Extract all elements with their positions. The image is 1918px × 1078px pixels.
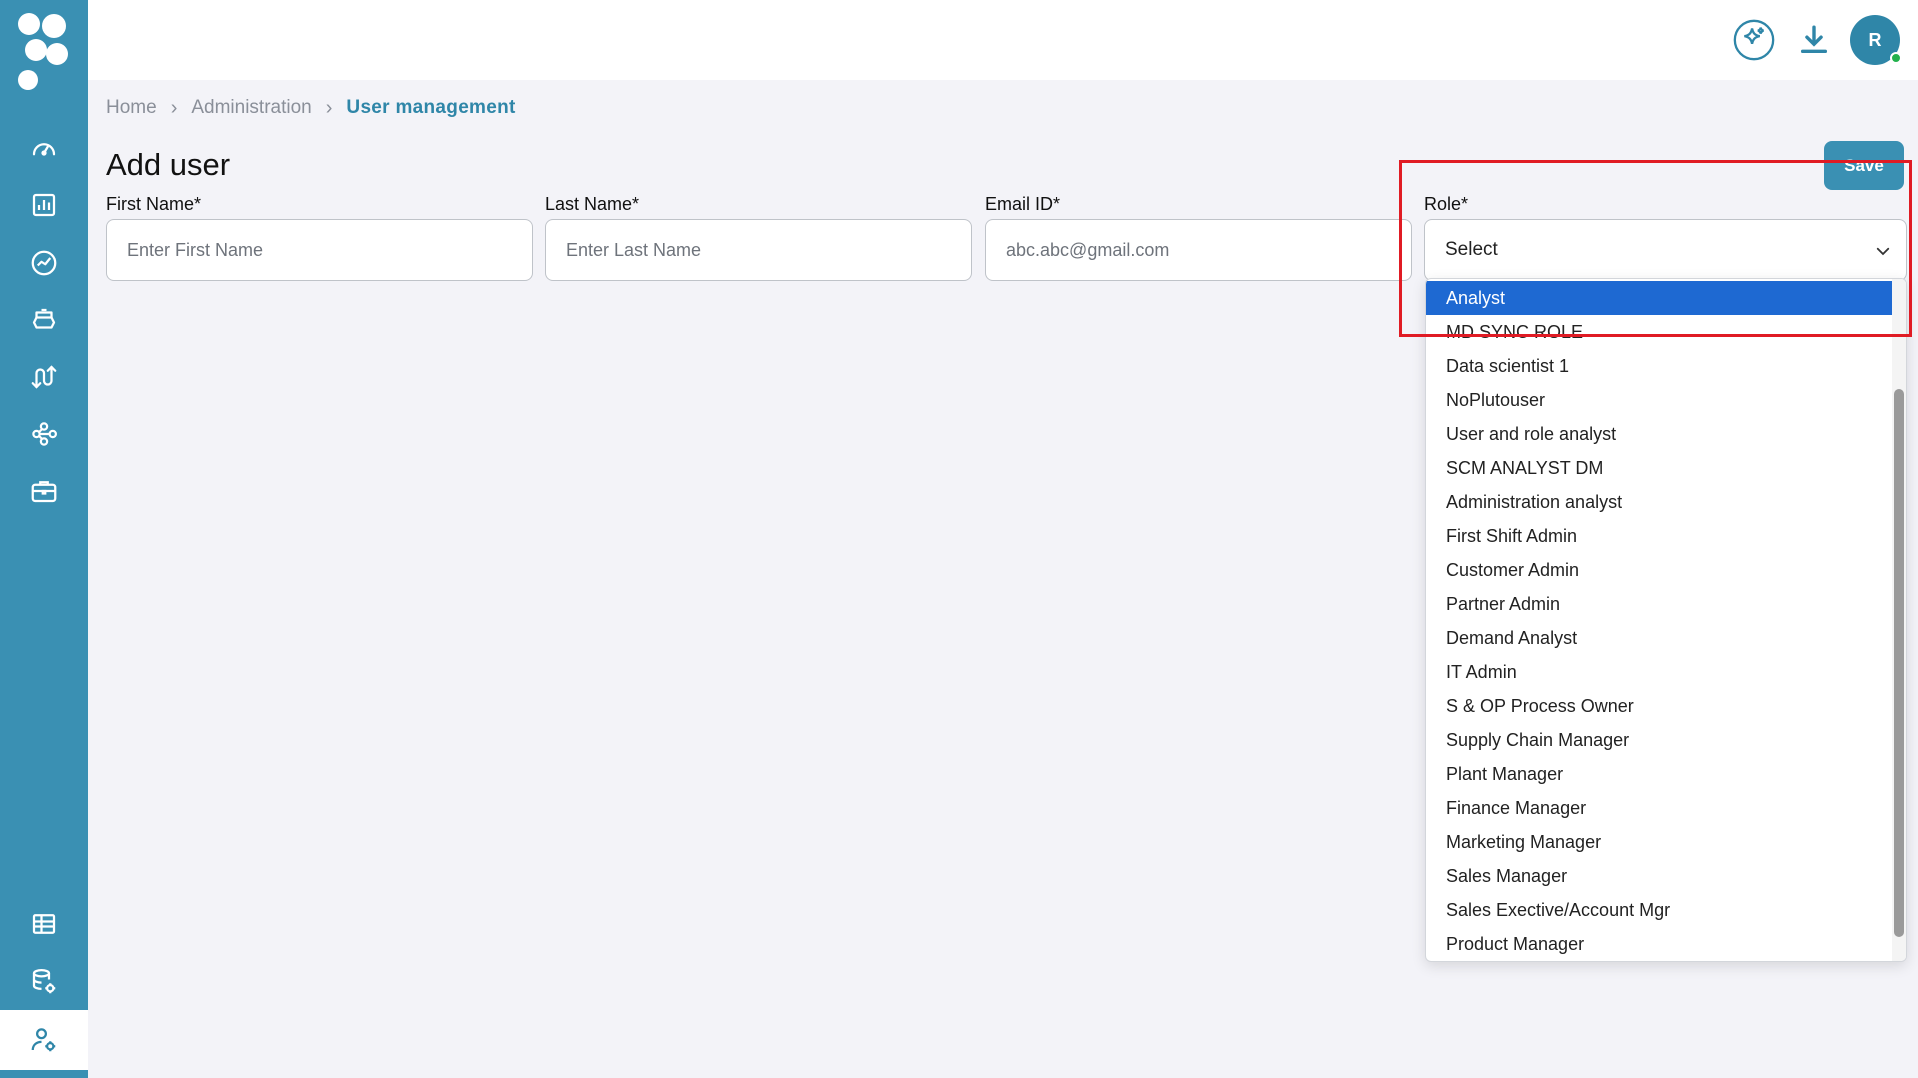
top-bar: R xyxy=(88,0,1918,80)
email-input[interactable] xyxy=(985,219,1412,281)
database-settings-icon[interactable] xyxy=(24,962,64,1002)
user-management-icon[interactable] xyxy=(0,1010,88,1070)
role-option[interactable]: User and role analyst xyxy=(1426,417,1894,451)
role-option[interactable]: Data scientist 1 xyxy=(1426,349,1894,383)
briefcase-icon[interactable] xyxy=(24,471,64,511)
sidebar xyxy=(0,0,88,1078)
avatar-initial: R xyxy=(1868,29,1882,50)
first-name-label: First Name* xyxy=(106,194,202,214)
role-option[interactable]: Marketing Manager xyxy=(1426,825,1894,859)
role-option[interactable]: Customer Admin xyxy=(1426,553,1894,587)
role-label: Role* xyxy=(1424,194,1469,214)
role-option[interactable]: SCM ANALYST DM xyxy=(1426,451,1894,485)
email-label: Email ID* xyxy=(985,194,1061,214)
role-option[interactable]: NoPlutouser xyxy=(1426,383,1894,417)
role-option[interactable]: Demand Analyst xyxy=(1426,621,1894,655)
role-option[interactable]: Finance Manager xyxy=(1426,791,1894,825)
breadcrumb-administration[interactable]: Administration xyxy=(191,97,311,119)
reports-chart-icon[interactable] xyxy=(24,185,64,225)
chevron-right-icon: › xyxy=(170,96,178,119)
role-option[interactable]: IT Admin xyxy=(1426,655,1894,689)
role-select[interactable]: Select xyxy=(1424,219,1907,281)
analytics-trend-icon[interactable] xyxy=(24,243,64,283)
ai-sparkle-icon[interactable] xyxy=(1730,16,1778,64)
role-option[interactable]: First Shift Admin xyxy=(1426,519,1894,553)
chevron-down-icon xyxy=(1876,247,1890,256)
save-button[interactable]: Save xyxy=(1824,141,1904,190)
role-option[interactable]: Administration analyst xyxy=(1426,485,1894,519)
role-option[interactable]: Sales Exective/Account Mgr xyxy=(1426,893,1894,927)
first-name-input[interactable] xyxy=(106,219,533,281)
role-option[interactable]: S & OP Process Owner xyxy=(1426,689,1894,723)
breadcrumb-home[interactable]: Home xyxy=(106,97,157,119)
app-logo[interactable] xyxy=(14,10,74,94)
download-icon[interactable] xyxy=(1790,16,1838,64)
last-name-label: Last Name* xyxy=(545,194,640,214)
role-select-value: Select xyxy=(1445,239,1498,260)
role-option[interactable]: MD SYNC ROLE xyxy=(1426,315,1894,349)
role-option[interactable]: Partner Admin xyxy=(1426,587,1894,621)
role-option[interactable]: Supply Chain Manager xyxy=(1426,723,1894,757)
breadcrumb: Home › Administration › User management xyxy=(106,94,516,122)
dropdown-scrollbar[interactable] xyxy=(1892,279,1906,961)
dropdown-scroll-thumb[interactable] xyxy=(1894,389,1904,937)
last-name-input[interactable] xyxy=(545,219,972,281)
page-title: Add user xyxy=(106,147,231,182)
role-option[interactable]: Sales Manager xyxy=(1426,859,1894,893)
role-option[interactable]: Analyst xyxy=(1426,281,1894,315)
role-option[interactable]: Plant Manager xyxy=(1426,757,1894,791)
dashboard-gauge-icon[interactable] xyxy=(24,128,64,168)
chevron-right-icon: › xyxy=(325,96,333,119)
role-dropdown-list: Analyst MD SYNC ROLE Data scientist 1 No… xyxy=(1425,278,1907,962)
flow-route-icon[interactable] xyxy=(24,357,64,397)
role-option[interactable]: Product Manager xyxy=(1426,927,1894,961)
breadcrumb-current: User management xyxy=(346,97,516,118)
table-grid-icon[interactable] xyxy=(24,904,64,944)
network-nodes-icon[interactable] xyxy=(24,414,64,454)
online-status-dot xyxy=(1890,52,1902,64)
shipping-boat-icon[interactable] xyxy=(24,300,64,340)
